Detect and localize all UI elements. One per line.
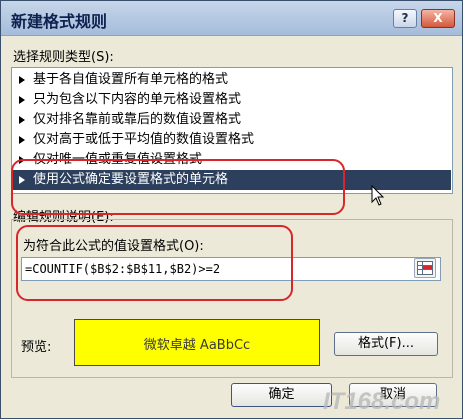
svg-text:IT168.com: IT168.com [323,388,440,415]
triangle-right-icon [19,116,25,124]
range-picker-icon [417,261,433,275]
format-preview: 微软卓越 AaBbCc [74,319,320,366]
highlight-annotation [16,225,293,301]
format-button[interactable]: 格式(F)... [334,332,438,356]
mouse-cursor-icon [371,185,385,206]
it168-watermark-logo: IT168.com [323,388,440,415]
rule-type-item[interactable]: 仅对高于或低于平均值的数值设置格式 [13,130,451,150]
highlight-annotation [11,159,345,215]
title-bar: 新建格式规则 ? X [1,1,462,36]
close-button[interactable]: X [421,9,455,28]
preview-sample-text: 微软卓越 AaBbCc [143,338,251,353]
range-select-button[interactable] [414,258,436,278]
rule-type-item[interactable]: 只为包含以下内容的单元格设置格式 [13,90,451,110]
ok-button[interactable]: 确定 [231,383,332,407]
triangle-right-icon [19,76,25,84]
preview-label: 预览: [21,340,52,355]
help-button[interactable]: ? [393,9,417,28]
triangle-right-icon [19,96,25,104]
new-formatting-rule-dialog: 新建格式规则 ? X 选择规则类型(S): 基于各自值设置所有单元格的格式 只为… [0,0,463,419]
rule-type-label: 选择规则类型(S): [13,50,114,65]
rule-type-item[interactable]: 仅对排名靠前或靠后的数值设置格式 [13,110,451,130]
rule-type-item[interactable]: 基于各自值设置所有单元格的格式 [13,70,451,90]
dialog-title: 新建格式规则 [11,12,108,31]
triangle-right-icon [19,136,25,144]
